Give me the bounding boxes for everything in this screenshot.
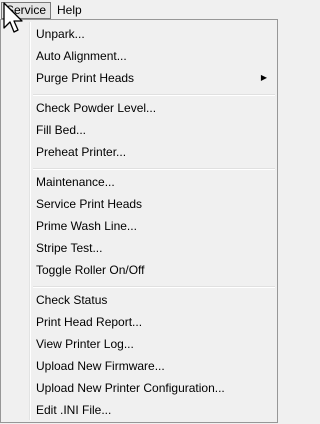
- menu-item-label: Prime Wash Line...: [36, 219, 137, 233]
- menu-item-print-head-report[interactable]: Print Head Report...: [3, 311, 275, 333]
- chevron-right-icon: ▶: [260, 73, 267, 82]
- menu-item-label: Maintenance...: [36, 175, 115, 189]
- menu-item-label: Unpark...: [36, 27, 85, 41]
- menu-item-preheat-printer[interactable]: Preheat Printer...: [3, 141, 275, 163]
- menu-item-label: Stripe Test...: [36, 241, 103, 255]
- menu-item-check-powder-level[interactable]: Check Powder Level...: [3, 97, 275, 119]
- menu-item-purge-print-heads[interactable]: Purge Print Heads ▶: [3, 67, 275, 89]
- menu-item-label: Preheat Printer...: [36, 145, 127, 159]
- menu-item-fill-bed[interactable]: Fill Bed...: [3, 119, 275, 141]
- menu-item-maintenance[interactable]: Maintenance...: [3, 171, 275, 193]
- menu-bar: Service Help: [0, 0, 279, 20]
- service-dropdown-menu: Unpark... Auto Alignment... Purge Print …: [0, 19, 278, 423]
- menu-item-label: Check Status: [36, 293, 108, 307]
- menu-item-label: Purge Print Heads: [36, 71, 135, 85]
- menu-item-upload-new-printer-configuration[interactable]: Upload New Printer Configuration...: [3, 377, 275, 399]
- menu-item-label: Upload New Firmware...: [36, 359, 165, 373]
- menu-help-label: Help: [57, 3, 82, 17]
- menu-item-upload-new-firmware[interactable]: Upload New Firmware...: [3, 355, 275, 377]
- menu-item-toggle-roller[interactable]: Toggle Roller On/Off: [3, 259, 275, 281]
- mouse-pointer-icon: [3, 2, 23, 33]
- menu-item-label: Service Print Heads: [36, 197, 143, 211]
- menu-item-prime-wash-line[interactable]: Prime Wash Line...: [3, 215, 275, 237]
- menu-item-label: View Printer Log...: [36, 337, 134, 351]
- menu-item-label: Edit .INI File...: [36, 403, 112, 417]
- menu-item-stripe-test[interactable]: Stripe Test...: [3, 237, 275, 259]
- menu-item-label: Toggle Roller On/Off: [36, 263, 145, 277]
- menu-item-label: Auto Alignment...: [36, 49, 127, 63]
- menu-item-label: Print Head Report...: [36, 315, 143, 329]
- menu-separator: [33, 94, 275, 96]
- menu-item-label: Check Powder Level...: [36, 101, 157, 115]
- menu-separator: [33, 168, 275, 170]
- menu-item-unpark[interactable]: Unpark...: [3, 23, 275, 45]
- menu-help[interactable]: Help: [53, 2, 86, 19]
- menu-item-check-status[interactable]: Check Status: [3, 289, 275, 311]
- menu-item-view-printer-log[interactable]: View Printer Log...: [3, 333, 275, 355]
- menu-separator: [33, 286, 275, 288]
- menu-item-edit-ini-file[interactable]: Edit .INI File...: [3, 399, 275, 421]
- menu-item-auto-alignment[interactable]: Auto Alignment...: [3, 45, 275, 67]
- menu-item-label: Fill Bed...: [36, 123, 87, 137]
- menu-item-service-print-heads[interactable]: Service Print Heads: [3, 193, 275, 215]
- menu-item-label: Upload New Printer Configuration...: [36, 381, 225, 395]
